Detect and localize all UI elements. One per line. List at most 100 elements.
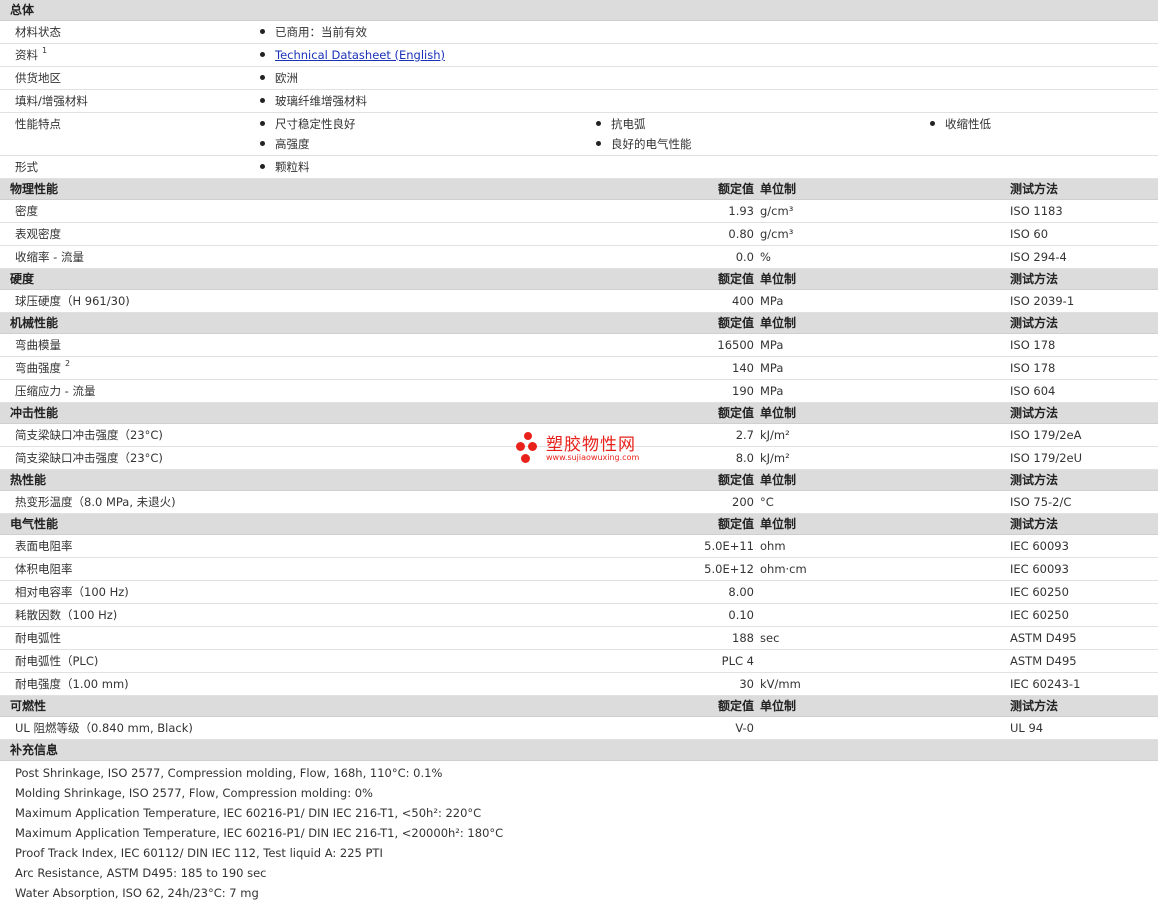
property-unit: MPa	[760, 384, 784, 398]
row-label: 形式	[15, 160, 38, 174]
header-value: 额定值	[717, 473, 754, 487]
property-value: 2.7	[735, 428, 754, 442]
property-label: 弯曲模量	[15, 338, 61, 352]
property-row: 球压硬度（H 961/30) 400 MPa ISO 2039-1	[0, 290, 1158, 313]
property-method: ISO 178	[1010, 338, 1056, 352]
row-label: 材料状态	[15, 25, 61, 39]
property-row: 弯曲强度 2 140 MPa ISO 178	[0, 357, 1158, 380]
section-title: 机械性能	[10, 316, 59, 330]
property-value: 200	[732, 495, 754, 509]
property-row: 体积电阻率 5.0E+12 ohm·cm IEC 60093	[0, 558, 1158, 581]
section-title: 总体	[10, 3, 35, 17]
property-label: 球压硬度（H 961/30)	[15, 294, 130, 308]
supplement-line: Arc Resistance, ASTM D495: 185 to 190 se…	[15, 866, 267, 880]
bullet-icon	[260, 98, 265, 103]
property-method: ISO 179/2eA	[1010, 428, 1082, 442]
header-value: 额定值	[717, 699, 754, 713]
property-method: ASTM D495	[1010, 654, 1077, 668]
property-method: IEC 60243-1	[1010, 677, 1081, 691]
bullet-item: 颗粒料	[260, 156, 310, 178]
property-value: 8.0	[735, 451, 754, 465]
property-value: 1.93	[728, 204, 754, 218]
property-value: PLC 4	[721, 654, 754, 668]
feature-item: 良好的电气性能	[596, 133, 692, 155]
section-title: 硬度	[10, 272, 35, 286]
property-unit: g/cm³	[760, 227, 794, 241]
supplement-list: Post Shrinkage, ISO 2577, Compression mo…	[0, 761, 1158, 903]
header-value: 额定值	[717, 517, 754, 531]
section-title: 物理性能	[10, 182, 59, 196]
row-supply-region: 供货地区 欧洲	[0, 67, 1158, 90]
row-label: 供货地区	[15, 71, 61, 85]
property-row: 弯曲模量 16500 MPa ISO 178	[0, 334, 1158, 357]
bullet-item: 玻璃纤维增强材料	[260, 90, 367, 112]
property-method: IEC 60093	[1010, 562, 1069, 576]
header-method: 测试方法	[1010, 182, 1059, 196]
property-unit: kJ/m²	[760, 428, 790, 442]
bullet-icon	[930, 121, 935, 126]
property-row: 相对电容率（100 Hz) 8.00 IEC 60250	[0, 581, 1158, 604]
property-row: 表观密度 0.80 g/cm³ ISO 60	[0, 223, 1158, 246]
property-value: 0.10	[728, 608, 754, 622]
property-value: 0.80	[728, 227, 754, 241]
watermark-logo: 塑胶物性网 www.sujiaowuxing.com	[516, 432, 676, 468]
row-features: 性能特点 尺寸稳定性良好 抗电弧 收缩性低 高强度 良好的电气性能	[0, 113, 1158, 156]
property-row: 压缩应力 - 流量 190 MPa ISO 604	[0, 380, 1158, 403]
property-value: 140	[732, 361, 754, 375]
bullet-icon	[260, 164, 265, 169]
property-value: 8.00	[728, 585, 754, 599]
bullet-icon	[596, 121, 601, 126]
property-method: ISO 179/2eU	[1010, 451, 1083, 465]
row-filler: 填料/增强材料 玻璃纤维增强材料	[0, 90, 1158, 113]
section-title: 冲击性能	[10, 406, 59, 420]
property-value: 30	[739, 677, 754, 691]
header-unit: 单位制	[760, 473, 797, 487]
watermark-url: www.sujiaowuxing.com	[546, 453, 640, 462]
bullet-icon	[260, 121, 265, 126]
bullet-icon	[260, 52, 265, 57]
bullet-item: 已商用：当前有效	[260, 21, 367, 43]
supplement-line: Maximum Application Temperature, IEC 602…	[15, 806, 482, 820]
property-label: 压缩应力 - 流量	[15, 384, 96, 398]
property-method: ISO 178	[1010, 361, 1056, 375]
property-label: 体积电阻率	[15, 562, 73, 576]
property-label: 简支梁缺口冲击强度（23°C)	[15, 428, 163, 442]
section-header-general: 总体	[0, 0, 1158, 21]
watermark-name: 塑胶物性网	[546, 435, 636, 455]
property-method: ISO 60	[1010, 227, 1049, 241]
header-value: 额定值	[717, 272, 754, 286]
section-title: 热性能	[10, 473, 47, 487]
bullet-item: Technical Datasheet (English)	[260, 44, 445, 66]
header-unit: 单位制	[760, 272, 797, 286]
header-unit: 单位制	[760, 699, 797, 713]
property-row: 耗散因数（100 Hz) 0.10 IEC 60250	[0, 604, 1158, 627]
property-label: 收缩率 - 流量	[15, 250, 84, 264]
bullet-icon	[260, 141, 265, 146]
property-label: 密度	[15, 204, 38, 218]
section-header: 电气性能 额定值 单位制 测试方法	[0, 514, 1158, 535]
property-method: UL 94	[1010, 721, 1044, 735]
property-label: 表面电阻率	[15, 539, 73, 553]
property-method: ISO 1183	[1010, 204, 1063, 218]
row-label: 填料/增强材料	[15, 94, 88, 108]
property-value: 5.0E+11	[704, 539, 754, 553]
section-header: 硬度 额定值 单位制 测试方法	[0, 269, 1158, 290]
row-documents: 资料 1 Technical Datasheet (English)	[0, 44, 1158, 67]
section-header: 热性能 额定值 单位制 测试方法	[0, 470, 1158, 491]
property-label: 热变形温度（8.0 MPa, 未退火)	[15, 495, 176, 509]
technical-datasheet-link[interactable]: Technical Datasheet (English)	[275, 48, 445, 62]
property-value: 5.0E+12	[704, 562, 754, 576]
header-method: 测试方法	[1010, 473, 1059, 487]
header-unit: 单位制	[760, 316, 797, 330]
footnote-marker: 2	[65, 359, 71, 368]
supplement-line: Molding Shrinkage, ISO 2577, Flow, Compr…	[15, 786, 373, 800]
row-form: 形式 颗粒料	[0, 156, 1158, 179]
property-row: 密度 1.93 g/cm³ ISO 1183	[0, 200, 1158, 223]
property-label: 简支梁缺口冲击强度（23°C)	[15, 451, 163, 465]
header-method: 测试方法	[1010, 517, 1059, 531]
supplement-line: Water Absorption, ISO 62, 24h/23°C: 7 mg	[15, 886, 259, 900]
property-method: ISO 75-2/C	[1010, 495, 1072, 509]
property-method: IEC 60250	[1010, 608, 1069, 622]
property-method: ASTM D495	[1010, 631, 1077, 645]
property-unit: ohm·cm	[760, 562, 807, 576]
